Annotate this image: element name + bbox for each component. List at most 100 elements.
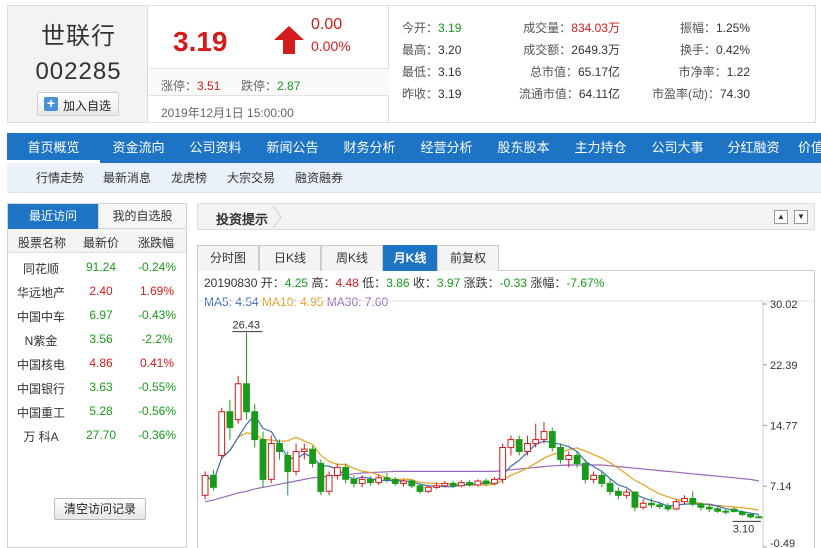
main-nav: 首页概览 资金流向 公司资料 新闻公告 财务分析 经营分析 股东股本 主力持仓 公司大事 分红融资… — [7, 133, 821, 163]
stat-item: 成交额：2649.3万 — [523, 43, 620, 57]
up-arrow-icon — [274, 26, 304, 54]
subnav-item[interactable]: 大宗交易 — [227, 163, 275, 193]
stock-name: 世联行 — [41, 23, 116, 50]
recent-stock-price: 4.86 — [89, 356, 113, 370]
recent-stock-name[interactable]: 中国核电 — [8, 356, 74, 373]
nav-item[interactable]: 首页概览 — [7, 135, 100, 163]
price-change-pct: 0.00% — [311, 38, 351, 54]
recent-row[interactable]: 中国中车 6.97 -0.43% — [8, 303, 186, 327]
candle-body — [664, 506, 672, 510]
recent-stock-pct: 0.41% — [139, 356, 175, 370]
candle-body — [309, 448, 316, 464]
candle-body — [367, 478, 374, 484]
candle-body — [656, 504, 664, 507]
candle-body — [606, 482, 614, 492]
candle-body — [251, 411, 259, 441]
recent-stock-name[interactable]: 万 科A — [8, 428, 74, 445]
stat-item: 流通市值：64.11亿 — [518, 87, 620, 101]
collapse-up-button[interactable]: ▲ — [774, 210, 788, 224]
collapse-down-button[interactable]: ▼ — [794, 210, 808, 224]
recent-row[interactable]: 中国银行 3.63 -0.55% — [8, 375, 186, 399]
recent-stock-pct: 1.69% — [139, 284, 175, 298]
nav-item[interactable]: 新闻公告 — [254, 133, 331, 163]
candle-body — [201, 474, 209, 496]
stat-item: 昨收：3.19 — [402, 87, 462, 101]
recent-stock-name[interactable]: 中国中车 — [8, 308, 74, 325]
candlestick-svg[interactable]: 30.02 22.39 14.77 7.14 -0.49 26.43 3.10 — [198, 271, 814, 548]
recent-stock-name[interactable]: 同花顺 — [8, 260, 74, 277]
candle-body — [267, 443, 275, 480]
chart-tab[interactable]: 周K线 — [321, 245, 383, 271]
add-watchlist-label: 加入自选 — [63, 99, 112, 113]
limit-bar: 涨停：3.51 跌停：2.87 — [149, 68, 389, 96]
y-tick-label: 22.39 — [770, 360, 798, 372]
nav-item[interactable]: 公司资料 — [177, 133, 254, 163]
candle-body — [259, 439, 267, 480]
subnav-item[interactable]: 最新消息 — [103, 163, 151, 193]
candle-body — [598, 474, 606, 484]
candle-body — [524, 443, 531, 452]
recent-stock-pct: -0.36% — [137, 428, 177, 442]
candle-body — [218, 411, 226, 456]
nav-item[interactable]: 分红融资 — [716, 133, 791, 163]
candle-body — [623, 491, 631, 496]
stock-header: 世联行 002285 + 加入自选 3.19 0.00 0.00% 涨停：3.5… — [7, 5, 816, 123]
recent-stock-name[interactable]: 华远地产 — [8, 284, 74, 301]
panel-titlebar: 投资提示 ▲ ▼ — [197, 203, 815, 230]
candle-body — [515, 439, 523, 453]
add-watchlist-button[interactable]: + 加入自选 — [37, 92, 119, 116]
candle-body — [226, 411, 234, 429]
recent-row[interactable]: 万 科A 27.70 -0.36% — [8, 423, 186, 447]
nav-item[interactable]: 财务分析 — [331, 133, 408, 163]
nav-item[interactable]: 主力持仓 — [562, 133, 639, 163]
stat-item: 市净率：1.22 — [678, 65, 750, 79]
nav-item[interactable]: 资金流向 — [100, 133, 177, 163]
recent-tabs: 最近访问 我的自选股 — [8, 204, 186, 229]
limit-up: 涨停：3.51 — [161, 79, 221, 93]
nav-item[interactable]: 价值 — [791, 133, 821, 163]
candle-body — [375, 477, 383, 484]
subnav-item[interactable]: 融资融券 — [295, 163, 343, 193]
stats-box: 今开：3.19 成交量：834.03万 振幅：1.25% 最高：3.20 成交额：264… — [390, 5, 816, 123]
recent-stock-name[interactable]: 中国重工 — [8, 404, 74, 421]
recent-stock-price: 5.28 — [89, 404, 113, 418]
chart-tab[interactable]: 月K线 — [383, 245, 437, 271]
candle-body — [416, 485, 424, 492]
candle-body — [441, 482, 449, 487]
recent-row[interactable]: 中国核电 4.86 0.41% — [8, 351, 186, 375]
candle-body — [590, 474, 598, 480]
recent-row[interactable]: 中国重工 5.28 -0.56% — [8, 399, 186, 423]
nav-item[interactable]: 股东股本 — [485, 133, 562, 163]
stock-name-box: 世联行 002285 + 加入自选 — [7, 5, 148, 123]
subnav-item[interactable]: 龙虎榜 — [171, 163, 207, 193]
recent-stock-price: 3.63 — [89, 380, 113, 394]
recent-stock-price: 6.97 — [89, 308, 113, 322]
tab-recent[interactable]: 最近访问 — [8, 204, 98, 229]
nav-item[interactable]: 经营分析 — [408, 133, 485, 163]
candle-body — [334, 466, 341, 476]
chart-tabs: 分时图 日K线 周K线 月K线 前复权 — [197, 245, 815, 271]
candle-body — [532, 439, 540, 445]
candle-body — [325, 474, 333, 492]
recent-stock-name[interactable]: 中国银行 — [8, 380, 74, 397]
candle-body — [400, 480, 407, 484]
recent-stock-name[interactable]: N紫金 — [8, 332, 74, 349]
chart-tab[interactable]: 分时图 — [197, 245, 259, 271]
candle-body — [350, 478, 358, 484]
candle-body — [317, 463, 325, 492]
candle-body — [300, 448, 308, 453]
candle-body — [672, 501, 680, 510]
candle-body — [383, 477, 391, 480]
recent-row[interactable]: N紫金 3.56 -2.2% — [8, 327, 186, 351]
tab-watchlist[interactable]: 我的自选股 — [98, 204, 186, 229]
subnav-item[interactable]: 行情走势 — [36, 163, 84, 193]
recent-row[interactable]: 同花顺 91.24 -0.24% — [8, 255, 186, 279]
chart-tab[interactable]: 前复权 — [437, 245, 499, 271]
recent-row[interactable]: 华远地产 2.40 1.69% — [8, 279, 186, 303]
recent-stock-pct: -0.56% — [137, 404, 177, 418]
recent-stock-pct: -0.24% — [137, 260, 177, 274]
nav-item[interactable]: 公司大事 — [639, 133, 716, 163]
chart-tab[interactable]: 日K线 — [259, 245, 321, 271]
candle-body — [449, 482, 457, 487]
clear-history-button[interactable]: 清空访问记录 — [54, 498, 146, 520]
